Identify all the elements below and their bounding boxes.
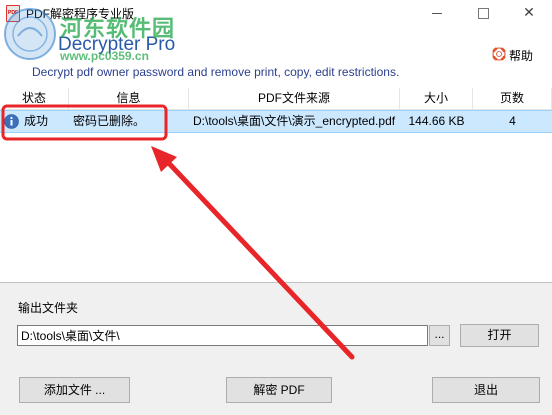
app-header: Decrypter Pro Decrypt pdf owner password… [0,25,552,88]
app-tagline: Decrypt pdf owner password and remove pr… [32,65,400,79]
output-path-input[interactable] [17,325,428,346]
cell-info[interactable]: 密码已删除。 [73,111,187,132]
close-button[interactable]: ✕ [506,0,552,25]
title-bar: PDF PDF解密程序专业版 ✕ [0,0,552,25]
open-button[interactable]: 打开 [460,324,539,347]
file-list-table: 状态 信息 PDF文件来源 大小 页数 成功 密码已删除。 D:\tools\桌… [0,88,552,282]
column-header-info[interactable]: 信息 [69,88,189,109]
info-icon [4,114,19,129]
cell-pages[interactable]: 4 [473,111,552,132]
bottom-button-bar: 添加文件 ... 解密 PDF 退出 [0,362,552,415]
minimize-icon [432,13,442,14]
output-folder-section: 输出文件夹 ... 打开 [0,282,552,362]
add-files-button[interactable]: 添加文件 ... [19,377,130,403]
pdf-app-icon: PDF [6,5,20,22]
output-folder-label: 输出文件夹 [18,301,79,315]
table-row[interactable]: 成功 密码已删除。 D:\tools\桌面\文件\演示_encrypted.pd… [0,110,552,133]
table-header: 状态 信息 PDF文件来源 大小 页数 [0,88,552,110]
column-header-pages[interactable]: 页数 [473,88,552,109]
close-icon: ✕ [523,4,535,20]
cell-size[interactable]: 144.66 KB [400,111,473,132]
cell-status[interactable]: 成功 [24,111,68,132]
cell-source[interactable]: D:\tools\桌面\文件\演示_encrypted.pdf [193,111,399,132]
lifebuoy-icon [492,47,506,61]
maximize-button[interactable] [460,0,506,25]
help-label: 帮助 [509,49,534,63]
decrypt-pdf-button[interactable]: 解密 PDF [226,377,332,403]
maximize-icon [478,8,489,19]
help-button[interactable]: 帮助 [492,46,540,64]
window-title: PDF解密程序专业版 [26,7,135,21]
logo-text: Decrypter Pro [58,34,176,55]
exit-button[interactable]: 退出 [432,377,540,403]
column-header-size[interactable]: 大小 [400,88,473,109]
column-header-source[interactable]: PDF文件来源 [189,88,400,109]
column-header-status[interactable]: 状态 [0,88,69,109]
browse-button[interactable]: ... [429,325,450,346]
minimize-button[interactable] [414,0,460,25]
